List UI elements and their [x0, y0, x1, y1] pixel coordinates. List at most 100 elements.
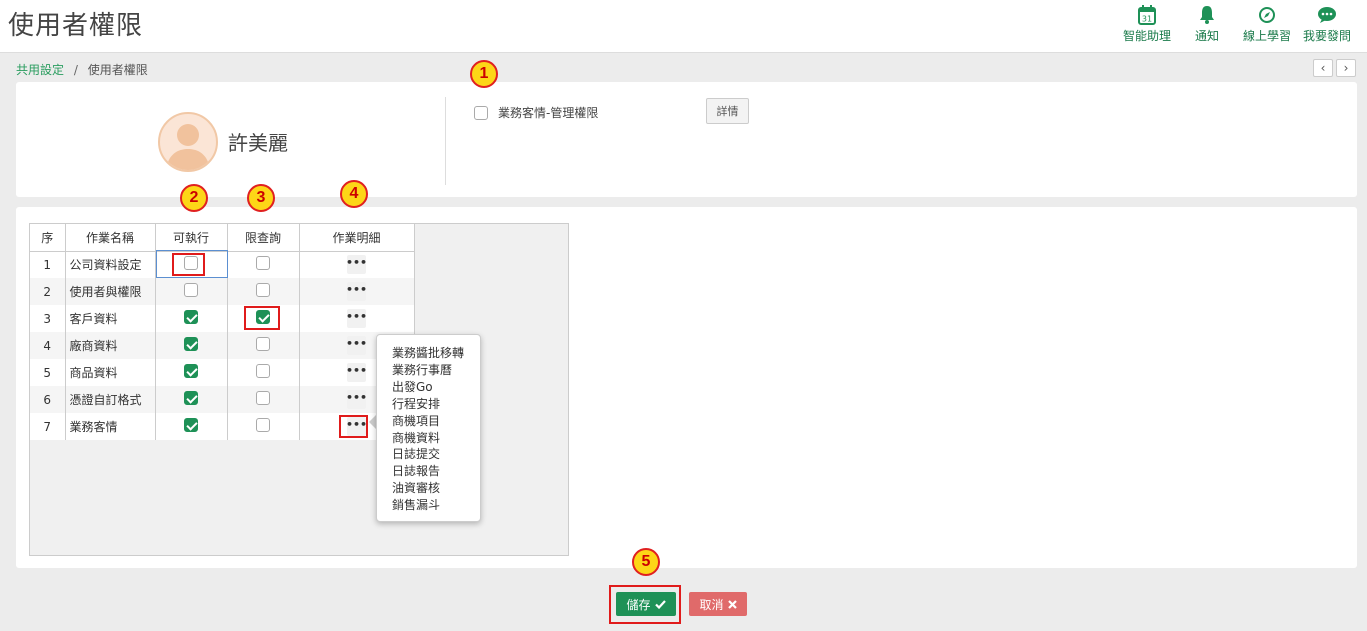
next-page-button[interactable]: ›	[1336, 59, 1356, 77]
detail-more-button[interactable]: •••	[346, 255, 367, 275]
row-detail-cell: •••	[299, 305, 415, 332]
row-query-cell	[227, 278, 300, 305]
step-badge-2: 2	[180, 184, 208, 212]
cancel-button[interactable]: 取消	[689, 592, 747, 616]
row-exec-cell	[155, 359, 228, 386]
table-row: 5 商品資料 •••	[30, 359, 415, 386]
cancel-label: 取消	[699, 597, 724, 612]
popup-item: 業務行事曆	[392, 362, 453, 377]
avatar	[158, 112, 218, 172]
row-seq: 5	[30, 359, 66, 386]
executable-checkbox[interactable]	[184, 283, 198, 297]
row-query-cell	[227, 413, 300, 440]
row-exec-cell	[155, 305, 228, 332]
detail-more-button[interactable]: •••	[346, 363, 367, 382]
popup-item: 銷售漏斗	[392, 498, 441, 513]
table-row: 6 憑證自訂格式 •••	[30, 386, 415, 413]
save-label: 儲存	[626, 597, 651, 612]
header-seq: 序	[30, 224, 66, 252]
row-name: 廠商資料	[65, 332, 156, 359]
executable-checkbox[interactable]	[184, 391, 198, 405]
executable-checkbox[interactable]	[184, 418, 198, 432]
step-badge-5: 5	[632, 548, 660, 576]
admin-permission-label: 業務客情-管理權限	[498, 106, 599, 120]
pager: ‹ ›	[1313, 59, 1356, 77]
admin-permission-checkbox[interactable]	[474, 105, 488, 120]
detail-more-button[interactable]: •••	[346, 309, 367, 328]
query-only-checkbox[interactable]	[256, 364, 270, 378]
row-seq: 6	[30, 386, 66, 413]
step-badge-3: 3	[247, 184, 275, 212]
row-name: 公司資料設定	[65, 251, 156, 278]
table-body: 1 公司資料設定 ••• 2 使用者與權限 ••• 3 客戶資料 ••• 4 廠商資料 ••• 5 商品資…	[30, 251, 415, 440]
executable-checkbox[interactable]	[184, 310, 198, 324]
user-card: 許美麗 業務客情-管理權限 詳情	[16, 82, 1357, 197]
detail-more-button[interactable]: •••	[346, 336, 367, 355]
highlight-box-query	[244, 306, 280, 330]
calendar-day: 31	[1142, 15, 1152, 24]
detail-more-button[interactable]: •••	[346, 390, 367, 409]
admin-permission-row: 業務客情-管理權限	[474, 104, 598, 121]
row-seq: 1	[30, 251, 66, 278]
query-only-checkbox[interactable]	[256, 256, 270, 271]
popup-item: 出發Go	[392, 379, 433, 394]
details-button[interactable]: 詳情	[706, 98, 749, 124]
table-row: 4 廠商資料 •••	[30, 332, 415, 359]
step-badge-1: 1	[470, 60, 498, 88]
header-executable: 可執行	[155, 224, 228, 252]
row-seq: 2	[30, 278, 66, 305]
table-row: 3 客戶資料 •••	[30, 305, 415, 332]
header-name: 作業名稱	[65, 224, 156, 252]
top-bar: 使用者權限 31 智能助理 通知 線上學習 我要發問	[0, 0, 1367, 53]
breadcrumb-parent-link[interactable]: 共用設定	[16, 63, 64, 77]
user-name: 許美麗	[228, 131, 288, 155]
prev-page-button[interactable]: ‹	[1313, 59, 1333, 77]
row-query-cell	[227, 386, 300, 413]
header-query-only: 限查詢	[227, 224, 300, 252]
assistant-label: 智能助理	[1122, 29, 1171, 43]
row-seq: 3	[30, 305, 66, 332]
online-learning-label: 線上學習	[1242, 29, 1291, 43]
person-icon	[166, 124, 210, 170]
row-name: 憑證自訂格式	[65, 386, 156, 413]
popup-arrow	[369, 415, 376, 429]
highlight-box-detail	[339, 415, 368, 438]
compass-icon	[1258, 4, 1276, 26]
row-name: 商品資料	[65, 359, 156, 386]
row-name: 業務客情	[65, 413, 156, 440]
row-name: 使用者與權限	[65, 278, 156, 305]
row-query-cell	[227, 251, 300, 278]
popup-item: 日誌報告	[392, 464, 441, 479]
row-query-cell	[227, 359, 300, 386]
query-only-checkbox[interactable]	[256, 337, 270, 351]
header-detail: 作業明細	[299, 224, 415, 252]
query-only-checkbox[interactable]	[256, 283, 270, 297]
step-badge-4: 4	[340, 180, 368, 208]
save-button[interactable]: 儲存	[616, 592, 676, 616]
notifications-label: 通知	[1194, 29, 1219, 43]
popup-item: 行程安排	[392, 396, 441, 411]
row-detail-cell: •••	[299, 251, 415, 278]
detail-popup: 業務醬批移轉 業務行事曆 出發Go 行程安排 商機項目 商機資料 日誌提交 日誌報告 油資審核銷…	[376, 334, 481, 522]
popup-item: 業務醬批移轉	[392, 346, 465, 360]
query-only-checkbox[interactable]	[256, 391, 270, 405]
chat-icon	[1317, 4, 1337, 26]
ask-question-label: 我要發問	[1302, 29, 1351, 43]
executable-checkbox[interactable]	[184, 364, 198, 378]
popup-item: 油資審核	[392, 481, 441, 496]
close-icon	[727, 599, 737, 609]
table-row: 2 使用者與權限 •••	[30, 278, 415, 305]
row-query-cell	[227, 332, 300, 359]
notifications-button[interactable]: 通知	[1177, 4, 1237, 44]
calendar-icon: 31	[1138, 4, 1156, 26]
row-exec-cell	[155, 413, 228, 440]
query-only-checkbox[interactable]	[256, 418, 270, 432]
ask-question-button[interactable]: 我要發問	[1297, 4, 1357, 44]
assistant-button[interactable]: 31 智能助理	[1117, 4, 1177, 44]
executable-checkbox[interactable]	[184, 337, 198, 351]
online-learning-button[interactable]: 線上學習	[1237, 4, 1297, 44]
divider	[445, 97, 446, 185]
popup-item: 商機資料	[392, 430, 441, 445]
detail-more-button[interactable]: •••	[346, 282, 367, 301]
row-exec-cell	[155, 386, 228, 413]
